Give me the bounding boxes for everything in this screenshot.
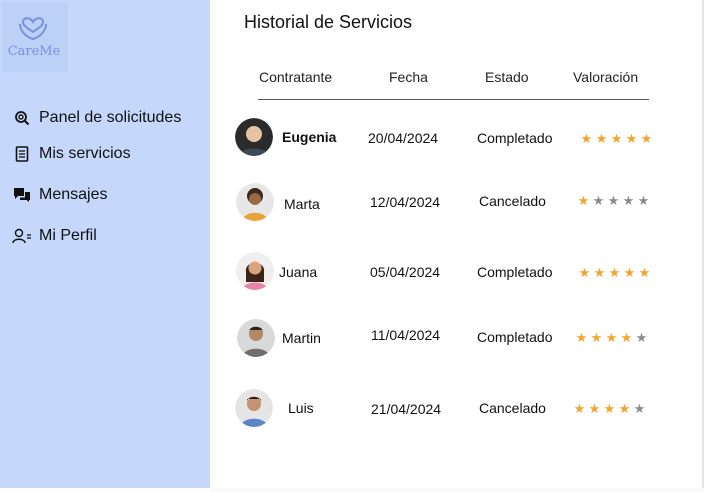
contratante-name: Juana bbox=[279, 264, 318, 280]
column-header-fecha: Fecha bbox=[389, 69, 428, 85]
column-header-valoracion: Valoración bbox=[573, 69, 639, 85]
rating-stars: ★ ★ ★ ★ ★ bbox=[580, 131, 653, 147]
avatar bbox=[236, 252, 274, 290]
star-icon: ★ bbox=[577, 193, 590, 208]
contratante-name: Luis bbox=[288, 400, 314, 416]
status-text: Completado bbox=[477, 264, 553, 280]
brand-name: CareMe bbox=[7, 44, 61, 59]
sidebar-item-mi-perfil[interactable]: Mi Perfil bbox=[12, 224, 97, 248]
rating-stars: ★ ★ ★ ★ ★ bbox=[578, 265, 651, 281]
window-bottom bbox=[210, 488, 704, 492]
star-icon: ★ bbox=[605, 330, 618, 345]
column-header-contratante: Contratante bbox=[259, 69, 333, 85]
page-title: Historial de Servicios bbox=[244, 12, 413, 32]
star-icon: ★ bbox=[607, 193, 620, 208]
star-icon: ★ bbox=[623, 265, 636, 280]
column-header-estado: Estado bbox=[485, 69, 529, 85]
service-date: 12/04/2024 bbox=[370, 194, 441, 210]
contratante-name: Marta bbox=[284, 196, 320, 212]
star-icon: ★ bbox=[593, 265, 606, 280]
star-icon: ★ bbox=[633, 401, 646, 416]
contratante-name: Martin bbox=[282, 330, 321, 346]
heart-hands-icon bbox=[19, 17, 47, 41]
star-icon: ★ bbox=[575, 330, 588, 345]
star-icon: ★ bbox=[618, 401, 631, 416]
rating-stars: ★ ★ ★ ★ ★ bbox=[575, 330, 648, 346]
star-icon: ★ bbox=[592, 193, 605, 208]
star-icon: ★ bbox=[590, 330, 603, 345]
rating-stars: ★ ★ ★ ★ ★ bbox=[577, 193, 650, 209]
star-icon: ★ bbox=[588, 401, 601, 416]
star-icon: ★ bbox=[622, 193, 635, 208]
star-icon: ★ bbox=[610, 131, 623, 146]
service-date: 11/04/2024 bbox=[371, 327, 441, 343]
avatar bbox=[236, 183, 274, 221]
service-date: 21/04/2024 bbox=[371, 401, 442, 417]
table-row[interactable]: Juana 05/04/2024 Completado ★ ★ ★ ★ ★ bbox=[0, 250, 704, 294]
status-text: Cancelado bbox=[479, 400, 546, 416]
avatar bbox=[235, 389, 273, 427]
table-row[interactable]: Marta 12/04/2024 Cancelado ★ ★ ★ ★ ★ bbox=[0, 180, 704, 224]
table-row[interactable]: Luis 21/04/2024 Cancelado ★ ★ ★ ★ ★ bbox=[0, 386, 704, 430]
header-divider bbox=[258, 99, 649, 100]
contratante-name: Eugenia bbox=[282, 129, 337, 145]
avatar bbox=[235, 118, 273, 156]
star-icon: ★ bbox=[573, 401, 586, 416]
star-icon: ★ bbox=[625, 131, 638, 146]
status-text: Cancelado bbox=[479, 193, 546, 209]
star-icon: ★ bbox=[637, 193, 650, 208]
star-icon: ★ bbox=[638, 265, 651, 280]
avatar bbox=[237, 319, 275, 357]
service-date: 05/04/2024 bbox=[370, 264, 441, 280]
star-icon: ★ bbox=[603, 401, 616, 416]
star-icon: ★ bbox=[620, 330, 633, 345]
star-icon: ★ bbox=[640, 131, 653, 146]
star-icon: ★ bbox=[608, 265, 621, 280]
status-text: Completado bbox=[477, 130, 553, 146]
logo[interactable]: CareMe bbox=[2, 2, 68, 72]
star-icon: ★ bbox=[635, 330, 648, 345]
table-row[interactable]: Martin 11/04/2024 Completado ★ ★ ★ ★ ★ bbox=[0, 317, 704, 361]
user-profile-icon bbox=[12, 226, 32, 246]
star-icon: ★ bbox=[580, 131, 593, 146]
sidebar-item-label: Mi Perfil bbox=[39, 227, 97, 244]
status-text: Completado bbox=[477, 329, 553, 345]
rating-stars: ★ ★ ★ ★ ★ bbox=[573, 401, 646, 417]
service-date: 20/04/2024 bbox=[368, 130, 439, 146]
table-row[interactable]: Eugenia 20/04/2024 Completado ★ ★ ★ ★ ★ bbox=[0, 115, 704, 159]
star-icon: ★ bbox=[595, 131, 608, 146]
star-icon: ★ bbox=[578, 265, 591, 280]
